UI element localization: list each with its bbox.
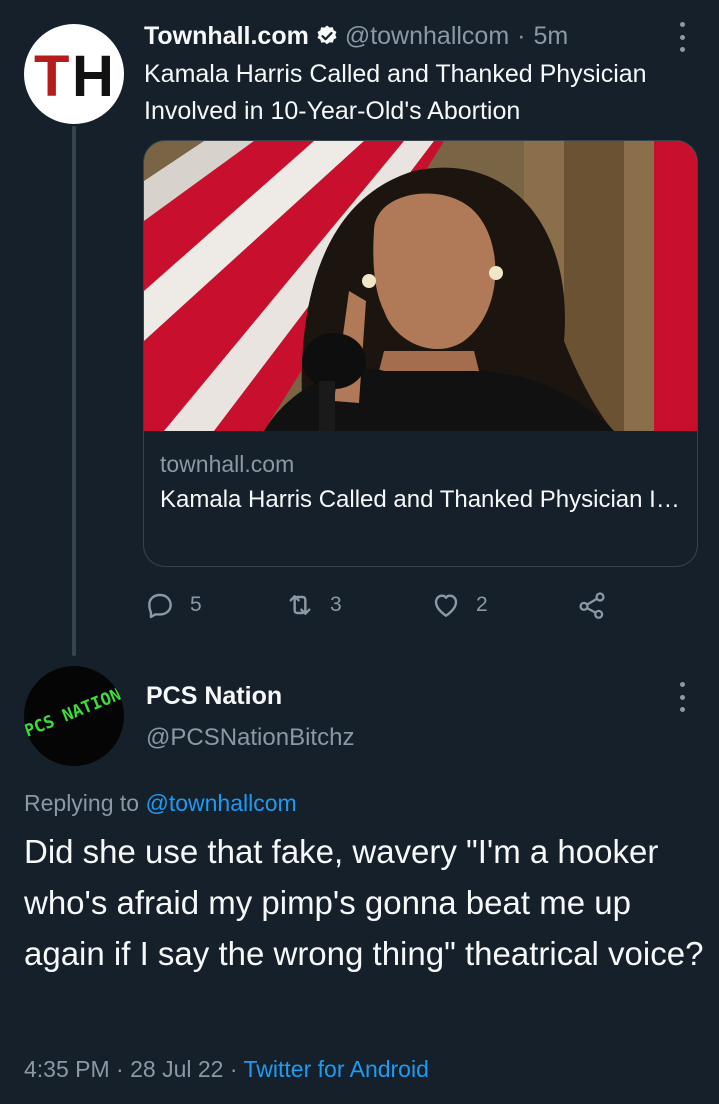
author-name[interactable]: PCS Nation: [146, 678, 282, 714]
tweet-time[interactable]: 5m: [534, 22, 569, 51]
retweet-count: 3: [330, 593, 342, 616]
card-image: [144, 141, 697, 431]
more-icon[interactable]: [678, 22, 686, 52]
tweet-text: Kamala Harris Called and Thanked Physici…: [144, 60, 647, 125]
pcs-nation-avatar[interactable]: PCS NATION: [24, 666, 124, 766]
like-icon: [434, 594, 458, 617]
tweet-header: Townhall.com @townhallcom · 5m: [144, 20, 568, 52]
tweet-timestamp: 4:35 PM · 28 Jul 22 · Twitter for Androi…: [24, 1052, 429, 1086]
tweet-time[interactable]: 4:35 PM: [24, 1056, 110, 1082]
share-button[interactable]: [576, 586, 622, 624]
retweet-icon: [289, 595, 311, 615]
reply-icon: [148, 593, 172, 619]
avatar-logo: PCS NATION: [24, 685, 124, 742]
reply-count: 5: [190, 593, 202, 616]
avatar-logo-letter: T: [34, 44, 69, 109]
meta-separator: ·: [229, 1056, 238, 1082]
link-preview-card[interactable]: townhall.com Kamala Harris Called and Th…: [143, 140, 698, 567]
card-title: Kamala Harris Called and Thanked Physici…: [160, 486, 685, 513]
avatar-logo-letter: H: [72, 44, 114, 109]
tweet-source-link[interactable]: Twitter for Android: [244, 1056, 429, 1082]
reply-button[interactable]: 5: [144, 586, 202, 624]
retweet-button[interactable]: 3: [284, 586, 342, 624]
verified-badge-icon: [317, 25, 337, 45]
townhall-avatar[interactable]: T H: [24, 24, 124, 124]
author-name[interactable]: Townhall.com: [144, 22, 309, 51]
like-button[interactable]: 2: [430, 586, 488, 624]
tweet-date[interactable]: 28 Jul 22: [130, 1056, 223, 1082]
author-handle[interactable]: @PCSNationBitchz: [146, 720, 354, 756]
tweet-text: Did she use that fake, wavery "I'm a hoo…: [24, 833, 704, 972]
replying-prefix: Replying to: [24, 790, 140, 816]
tweet-actions: 5 3 2: [144, 586, 624, 624]
author-handle[interactable]: @townhallcom: [345, 22, 509, 51]
svg-text:PCS NATION: PCS NATION: [24, 685, 124, 742]
meta-separator: ·: [116, 1056, 124, 1082]
replying-to: Replying to @townhallcom: [24, 786, 297, 820]
share-icon: [579, 592, 605, 619]
card-meta: townhall.com Kamala Harris Called and Th…: [160, 447, 685, 519]
thread-connector-line: [72, 126, 76, 656]
card-domain: townhall.com: [160, 451, 295, 477]
more-icon[interactable]: [678, 682, 686, 712]
meta-separator: ·: [517, 21, 526, 50]
like-count: 2: [476, 593, 488, 616]
replying-to-link[interactable]: @townhallcom: [145, 790, 296, 816]
